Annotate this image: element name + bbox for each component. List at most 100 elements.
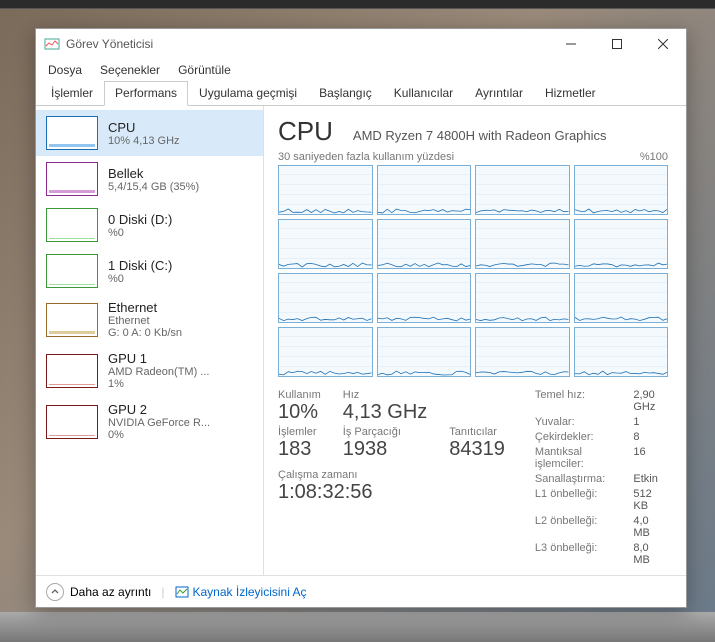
resource-monitor-link[interactable]: Kaynak İzleyicisini Aç [175,585,307,599]
minimize-button[interactable] [548,29,594,59]
base-v: 2,90 GHz [633,389,668,413]
page-title: CPU [278,116,333,147]
sidebar-gpu2-title: GPU 2 [108,402,210,417]
sidebar-item-cpu[interactable]: CPU 10% 4,13 GHz [36,110,263,156]
sockets-k: Yuvalar: [535,416,615,428]
thread-value: 1938 [343,438,427,461]
cpu-core-chart [574,327,669,377]
stats-area: Kullanım10% Hız4,13 GHz İşlemler183 İş P… [278,389,668,566]
window-title: Görev Yöneticisi [66,37,548,51]
content-area: CPU 10% 4,13 GHz Bellek 5,4/15,4 GB (35%… [36,106,686,575]
sidebar-item-gpu1[interactable]: GPU 1 AMD Radeon(TM) ... 1% [36,345,263,396]
sidebar: CPU 10% 4,13 GHz Bellek 5,4/15,4 GB (35%… [36,106,264,575]
sidebar-eth-sub1: Ethernet [108,315,182,327]
cpu-core-chart [574,219,669,269]
cpu-core-chart [475,165,570,215]
cores-v: 8 [633,431,668,443]
handle-label: Tanıtıcılar [449,426,505,438]
tab-performance[interactable]: Performans [104,81,188,106]
tab-services[interactable]: Hizmetler [534,81,607,106]
close-button[interactable] [640,29,686,59]
sidebar-item-disk0[interactable]: 0 Diski (D:) %0 [36,202,263,248]
l1-k: L1 önbelleği: [535,488,615,512]
proc-value: 183 [278,438,321,461]
cpu-core-chart [278,273,373,323]
disk-thumb-icon [46,254,98,288]
l2-k: L2 önbelleği: [535,515,615,539]
menubar: Dosya Seçenekler Görüntüle [36,59,686,81]
virt-v: Etkin [633,473,668,485]
menu-file[interactable]: Dosya [40,61,90,79]
menu-view[interactable]: Görüntüle [170,61,239,79]
util-label: Kullanım [278,389,321,401]
chevron-up-icon[interactable] [46,583,64,601]
cpu-core-grid[interactable] [278,165,668,377]
sidebar-item-disk1[interactable]: 1 Diski (C:) %0 [36,248,263,294]
gpu-thumb-icon [46,405,98,439]
thread-label: İş Parçacığı [343,426,427,438]
sidebar-gpu2-sub1: NVIDIA GeForce R... [108,417,210,429]
tab-startup[interactable]: Başlangıç [308,81,383,106]
app-icon [44,36,60,52]
resource-monitor-icon [175,585,189,599]
tabbar: İşlemler Performans Uygulama geçmişi Baş… [36,81,686,106]
l3-v: 8,0 MB [633,542,668,566]
cpu-core-chart [377,327,472,377]
lp-v: 16 [633,446,668,470]
ethernet-thumb-icon [46,303,98,337]
chart-caption: 30 saniyeden fazla kullanım yüzdesi [278,151,454,163]
cpu-core-chart [475,273,570,323]
l2-v: 4,0 MB [633,515,668,539]
sidebar-gpu1-title: GPU 1 [108,351,209,366]
memory-thumb-icon [46,162,98,196]
base-k: Temel hız: [535,389,615,413]
footer: Daha az ayrıntı | Kaynak İzleyicisini Aç [36,575,686,607]
maximize-button[interactable] [594,29,640,59]
proc-label: İşlemler [278,426,321,438]
cpu-core-chart [377,165,472,215]
cpu-core-chart [475,327,570,377]
cores-k: Çekirdekler: [535,431,615,443]
sidebar-item-memory[interactable]: Bellek 5,4/15,4 GB (35%) [36,156,263,202]
sidebar-eth-sub2: G: 0 A: 0 Kb/sn [108,327,182,339]
main-panel: CPU AMD Ryzen 7 4800H with Radeon Graphi… [264,106,686,575]
gpu-thumb-icon [46,354,98,388]
lp-k: Mantıksal işlemciler: [535,446,615,470]
sidebar-mem-title: Bellek [108,166,199,181]
cpu-core-chart [377,273,472,323]
tab-processes[interactable]: İşlemler [40,81,104,106]
separator: | [161,585,164,599]
sidebar-cpu-sub: 10% 4,13 GHz [108,135,180,147]
sidebar-gpu2-sub2: 0% [108,429,210,441]
sidebar-item-ethernet[interactable]: Ethernet Ethernet G: 0 A: 0 Kb/sn [36,294,263,345]
tab-details[interactable]: Ayrıntılar [464,81,534,106]
virt-k: Sanallaştırma: [535,473,615,485]
tab-users[interactable]: Kullanıcılar [383,81,464,106]
util-value: 10% [278,401,321,424]
cpu-model: AMD Ryzen 7 4800H with Radeon Graphics [353,128,607,143]
tab-apphistory[interactable]: Uygulama geçmişi [188,81,308,106]
titlebar[interactable]: Görev Yöneticisi [36,29,686,59]
sidebar-disk1-sub: %0 [108,273,172,285]
cpu-core-chart [278,327,373,377]
disk-thumb-icon [46,208,98,242]
sidebar-item-gpu2[interactable]: GPU 2 NVIDIA GeForce R... 0% [36,396,263,447]
resource-monitor-label: Kaynak İzleyicisini Aç [193,585,307,599]
menu-options[interactable]: Seçenekler [92,61,168,79]
cpu-core-chart [475,219,570,269]
cpu-core-chart [574,273,669,323]
cpu-core-chart [278,165,373,215]
sidebar-disk1-title: 1 Diski (C:) [108,258,172,273]
uptime-label: Çalışma zamanı [278,469,505,481]
handle-value: 84319 [449,438,505,461]
fewer-details-link[interactable]: Daha az ayrıntı [70,585,151,599]
sidebar-disk0-title: 0 Diski (D:) [108,212,172,227]
l1-v: 512 KB [633,488,668,512]
cpu-core-chart [377,219,472,269]
cpu-core-chart [574,165,669,215]
uptime-value: 1:08:32:56 [278,481,505,504]
cpu-core-chart [278,219,373,269]
cpu-thumb-icon [46,116,98,150]
chart-max: %100 [640,151,668,163]
speed-value: 4,13 GHz [343,401,427,424]
